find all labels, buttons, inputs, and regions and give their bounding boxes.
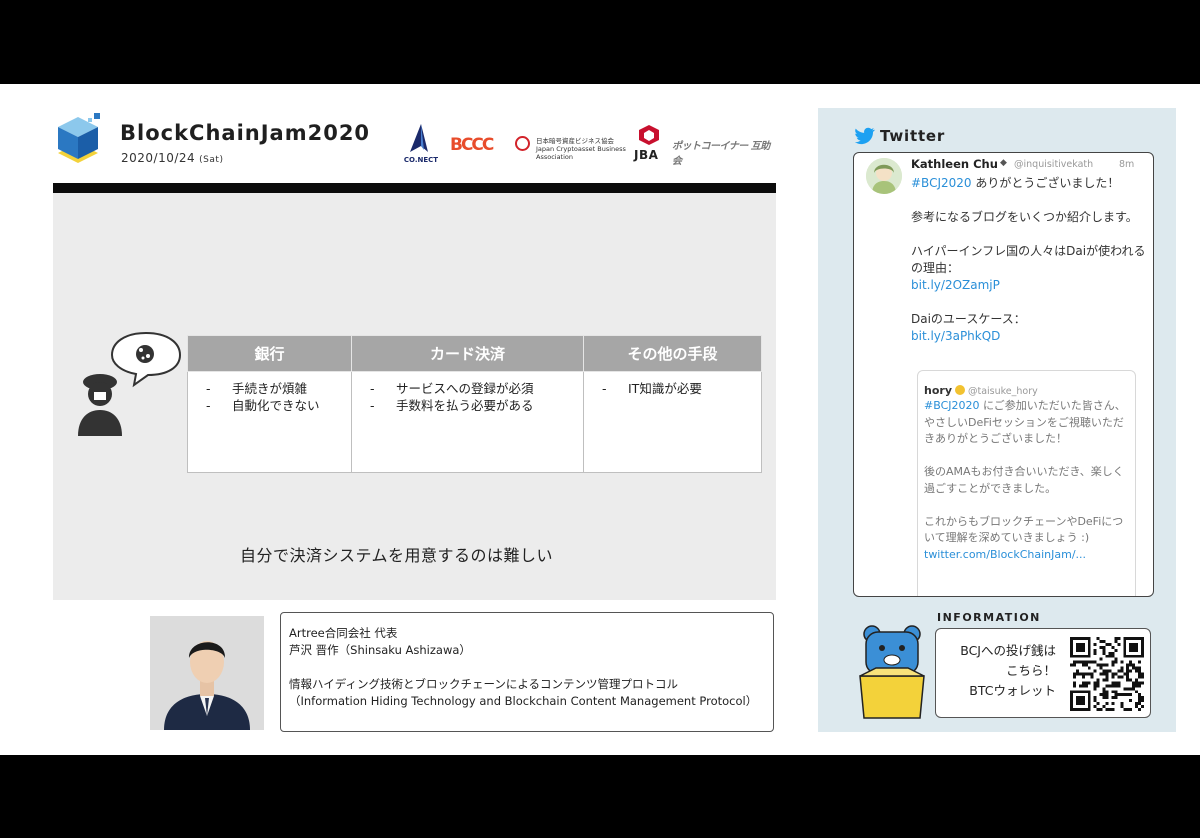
btc-wallet-qr-code[interactable] [1070,637,1144,711]
twitter-bird-icon [855,127,875,145]
bullet: 自動化できない [206,397,351,414]
cell-card: サービスへの登録が必須 手数料を払う必要がある [351,371,584,473]
event-title: BlockChainJam2020 [120,121,371,145]
jcba-label: 日本暗号資産ビジネス協会 Japan Cryptoasset Business … [536,137,626,161]
tweet-link-2[interactable]: bit.ly/3aPhkQD [911,329,1000,343]
mascot-bear-icon [859,625,925,719]
tweet-body: #BCJ2020 ありがとうございました！ 参考になるブログをいくつか紹介します… [911,176,1146,343]
tweet-link-1[interactable]: bit.ly/2OZamjP [911,278,1000,292]
sponsor-logos: CO.NECT BCCC 日本暗号資産ビジネス協会 Japan Cryptoas… [398,122,776,167]
bullet: 手続きが煩雑 [206,380,351,397]
bullet: サービスへの登録が必須 [370,380,583,397]
bullet: IT知識が必要 [602,380,761,397]
blockchainjam-logo-icon [58,113,100,163]
bcco-logo: BCCC [450,135,494,155]
jba-label: JBA [634,148,659,162]
twitter-header: Twitter [880,127,946,145]
user-avatar[interactable] [866,158,902,194]
cell-other: IT知識が必要 [583,371,762,473]
hashtag-link[interactable]: #BCJ2020 [924,399,980,412]
talk-title-en: （Information Hiding Technology and Block… [289,694,758,708]
header-card: カード決済 [351,335,584,372]
tweet-author-name[interactable]: Kathleen Chu [911,157,998,171]
person-icon [78,374,122,436]
verified-icon: ◆ [1000,158,1007,168]
quote-body: #BCJ2020 にご参加いただいた皆さん、やさしいDeFiセッションをご視聴い… [924,399,1126,561]
bullet: 手数料を払う必要がある [370,397,583,414]
connect-label: CO.NECT [403,156,439,164]
payment-methods-table: 銀行 カード決済 その他の手段 手続きが煩雑 自動化できない サービスへの登録が… [187,335,762,473]
quote-link[interactable]: twitter.com/BlockChainJam/... [924,548,1086,561]
donation-box: BCJへの投げ銭は こちら！ BTCウォレット [935,628,1151,718]
event-date: 2020/10/24 (Sat) [121,151,224,165]
slide-top-bar [53,183,776,193]
talk-title-ja: 情報ハイディング技術とブロックチェーンによるコンテンツ管理プロトコル [289,677,679,691]
header-bank: 銀行 [187,335,352,372]
quoted-tweet[interactable]: hory @taisuke_hory #BCJ2020 にご参加いただいた皆さん、… [917,370,1136,596]
emoji-icon [954,385,965,395]
speaker-affiliation: Artree合同会社 代表 [289,626,398,640]
donation-text: BCJへの投げ銭は こちら！ BTCウォレット [960,643,1056,698]
tweet-author-handle[interactable]: @inquisitivekath [1014,159,1093,170]
speaker-photo [150,616,264,730]
tweet-time[interactable]: 8m [1119,159,1134,170]
header-other: その他の手段 [583,335,762,372]
speaker-name: 芦沢 晋作（Shinsaku Ashizawa） [289,643,471,657]
jcba-logo-icon [515,136,530,151]
speaker-info: Artree合同会社 代表 芦沢 晋作（Shinsaku Ashizawa） 情… [280,612,774,732]
hashtag-link[interactable]: #BCJ2020 [911,176,972,190]
other-sponsor-logo: ポットコーイナー 互助会 [672,141,770,167]
slide-caption: 自分で決済システムを用意するのは難しい [240,546,554,565]
information-title: INFORMATION [937,611,1041,624]
tweet-card[interactable]: Kathleen Chu ◆ @inquisitivekath 8m #BCJ2… [853,152,1154,597]
quote-author-handle[interactable]: @taisuke_hory [968,386,1038,397]
jba-logo-icon [639,125,659,145]
quote-author-name[interactable]: hory [924,384,952,397]
cell-bank: 手続きが煩雑 自動化できない [187,371,352,473]
